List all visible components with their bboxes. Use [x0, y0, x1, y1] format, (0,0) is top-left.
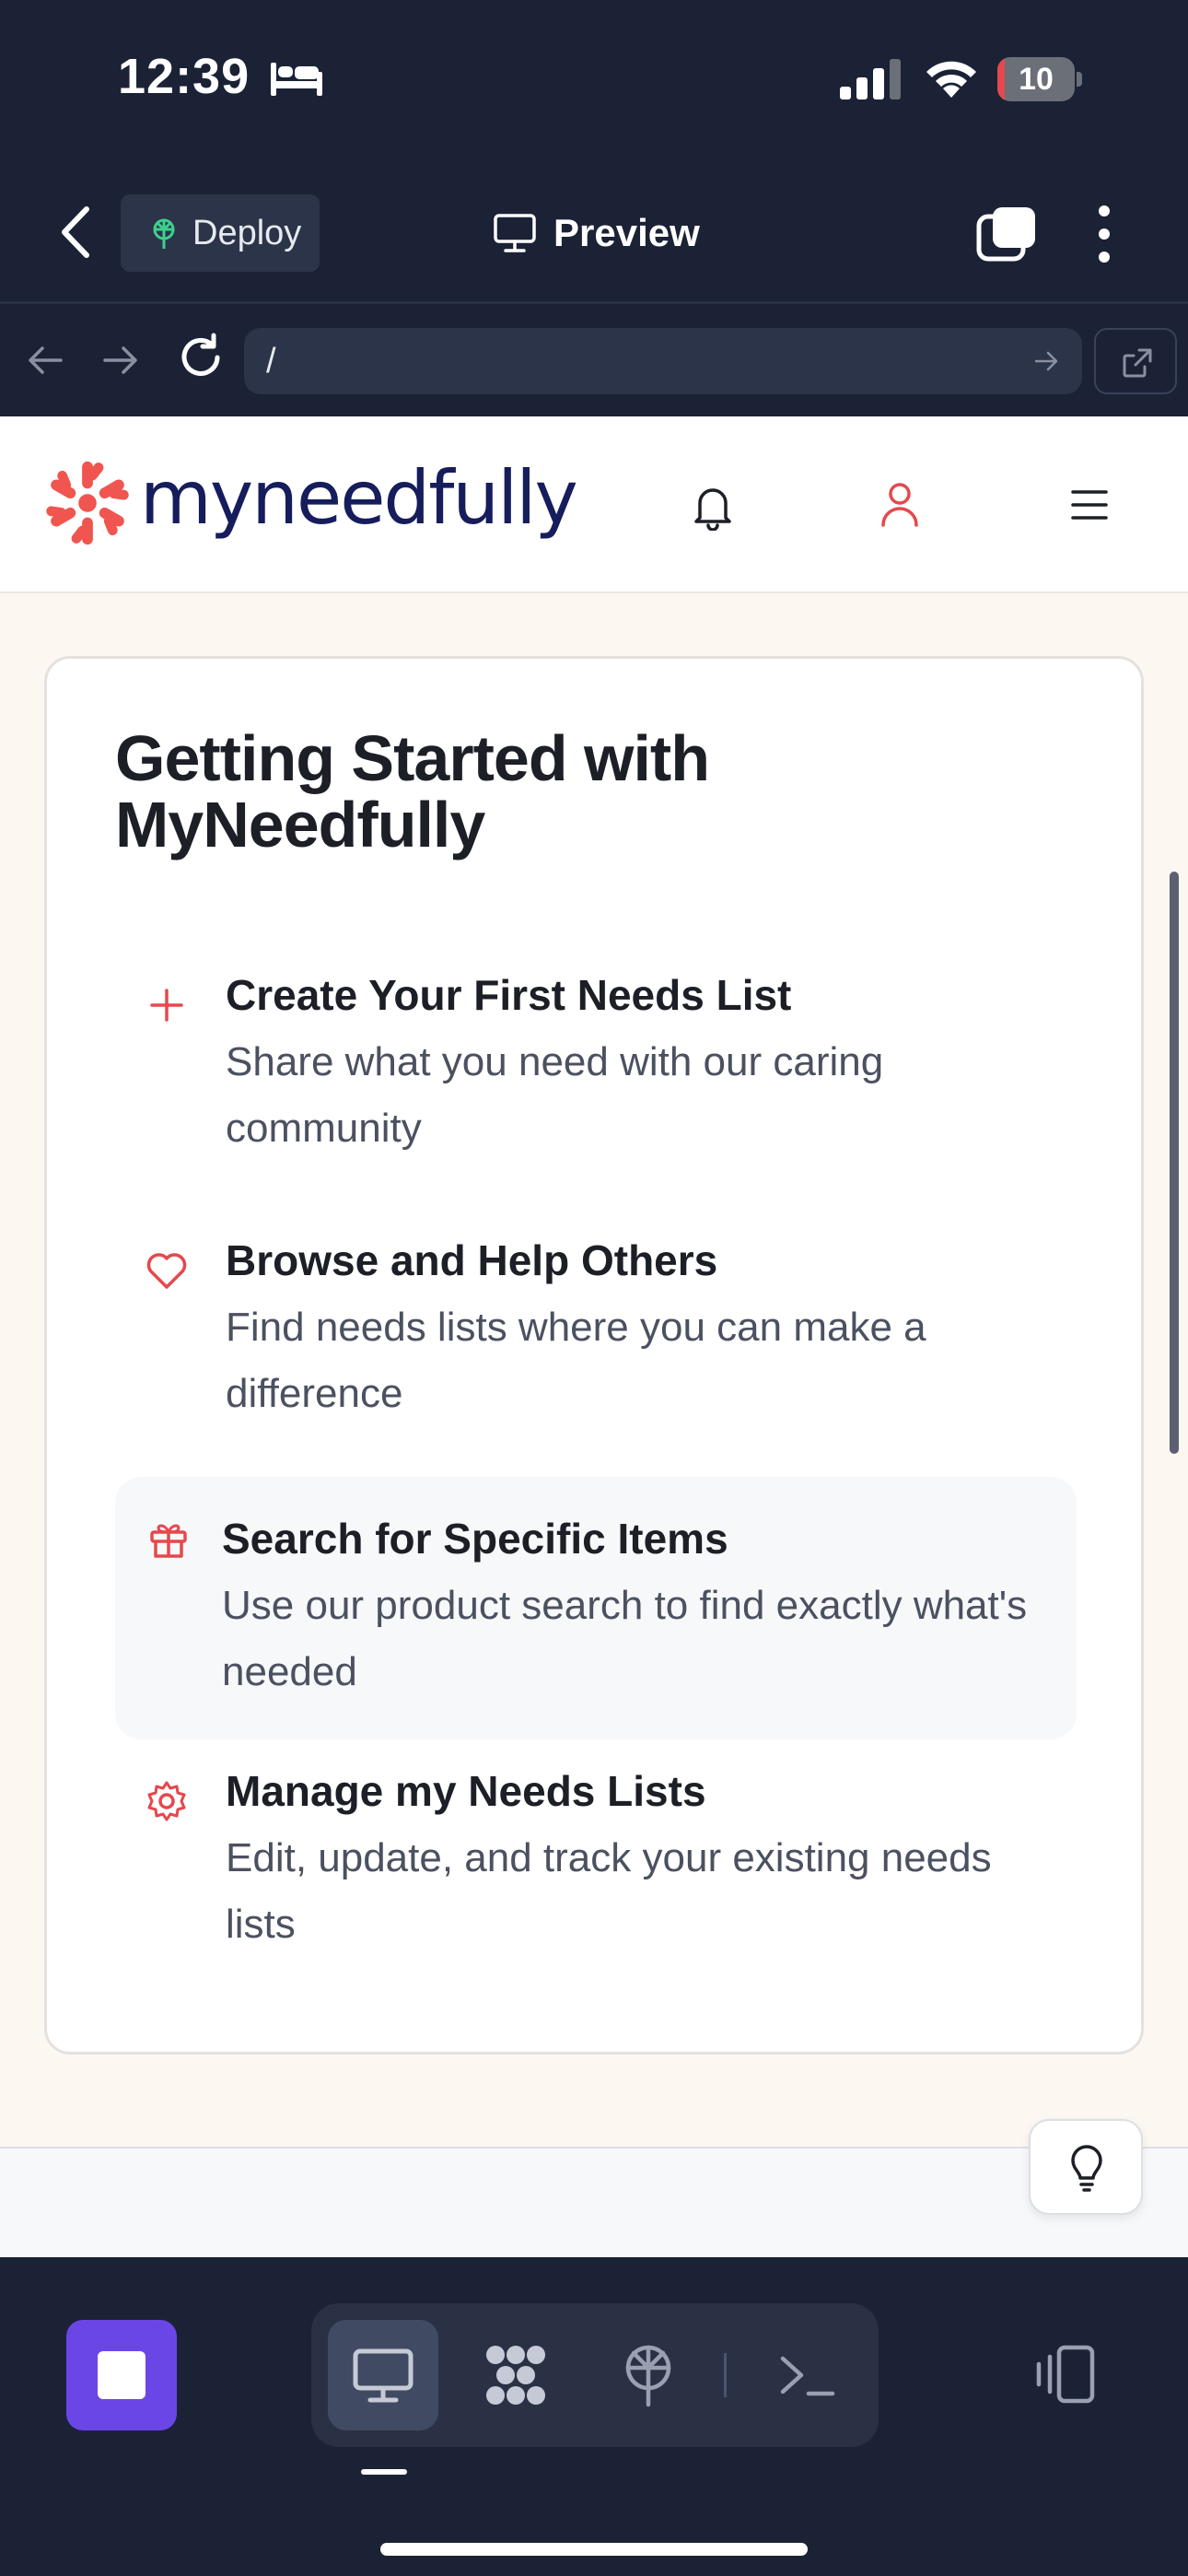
site-header: myneedfully — [0, 416, 1188, 593]
bed-icon — [271, 63, 322, 96]
deploy-button[interactable]: Deploy — [121, 194, 320, 272]
app-header: Deploy Preview — [0, 161, 1188, 304]
item-description: Share what you need with our caring comm… — [226, 1039, 884, 1151]
open-external-button[interactable] — [1094, 328, 1177, 394]
menu-icon[interactable] — [1070, 488, 1109, 521]
reload-icon[interactable] — [175, 332, 227, 383]
status-bar: 12:39 10 — [0, 0, 1188, 161]
apps-icon — [486, 2346, 545, 2405]
url-text: / — [266, 342, 276, 381]
arrow-right-icon[interactable] — [99, 339, 142, 381]
open-external-icon — [1123, 348, 1152, 378]
list-item-create-needs-list[interactable]: Create Your First Needs List Share what … — [115, 954, 1077, 1216]
lightbulb-icon — [1071, 2145, 1102, 2192]
bottom-toolbar — [0, 2257, 1188, 2576]
terminal-icon — [780, 2356, 835, 2396]
user-icon[interactable] — [879, 481, 921, 529]
tabs-icon[interactable] — [976, 205, 1037, 263]
browser-toolbar: / — [0, 304, 1188, 416]
toolbar-divider — [724, 2353, 727, 2397]
page-footer — [0, 2147, 1188, 2257]
logo-text[interactable]: myneedfully — [140, 455, 578, 541]
item-title: Manage my Needs Lists — [226, 1767, 706, 1815]
preview-tab[interactable]: Preview — [493, 204, 700, 263]
deploy-icon — [625, 2345, 671, 2407]
tool-group — [311, 2303, 879, 2447]
item-description: Use our product search to find exactly w… — [222, 1583, 1028, 1694]
status-time: 12:39 — [118, 49, 250, 104]
stop-icon — [98, 2351, 146, 2399]
tool-deploy[interactable] — [593, 2320, 704, 2430]
heart-icon — [146, 1253, 187, 1289]
scrollbar-thumb[interactable] — [1170, 872, 1179, 1454]
gift-icon — [150, 1524, 187, 1558]
monitor-icon — [353, 2348, 413, 2403]
wifi-icon — [926, 61, 976, 98]
logo-mark-icon[interactable] — [42, 458, 133, 548]
stop-button[interactable] — [66, 2320, 177, 2430]
list-item-manage-lists[interactable]: Manage my Needs Lists Edit, update, and … — [115, 1750, 1077, 2012]
arrow-left-icon[interactable] — [24, 339, 66, 381]
list-item-search-items[interactable]: Search for Specific Items Use our produc… — [115, 1477, 1077, 1739]
bell-icon[interactable] — [691, 483, 735, 531]
item-title: Create Your First Needs List — [226, 971, 792, 1019]
signal-icon — [840, 59, 901, 100]
deploy-label: Deploy — [192, 213, 302, 252]
preview-viewport: myneedfully Getting Started with MyNeedf… — [0, 416, 1188, 2257]
item-title: Browse and Help Others — [226, 1236, 718, 1284]
card-title: Getting Started with MyNeedfully — [115, 722, 710, 861]
active-tab-indicator — [361, 2469, 407, 2475]
tool-terminal[interactable] — [751, 2320, 862, 2430]
list-item-browse-help[interactable]: Browse and Help Others Find needs lists … — [115, 1219, 1077, 1481]
plus-icon — [150, 989, 183, 1022]
preview-label: Preview — [553, 211, 700, 254]
item-title: Search for Specific Items — [222, 1515, 728, 1563]
url-input[interactable]: / — [244, 328, 1082, 394]
battery-level: 10 — [1019, 62, 1054, 97]
item-description: Edit, update, and track your existing ne… — [226, 1835, 992, 1947]
back-chevron-icon[interactable] — [53, 204, 99, 261]
battery-icon: 10 — [997, 57, 1082, 101]
item-description: Find needs lists where you can make a di… — [226, 1305, 926, 1416]
tool-apps[interactable] — [460, 2320, 571, 2430]
devices-icon[interactable] — [1031, 2344, 1098, 2405]
getting-started-card: Getting Started with MyNeedfully Create … — [44, 656, 1144, 2055]
tips-button[interactable] — [1029, 2119, 1143, 2215]
gear-icon — [147, 1781, 186, 1821]
deploy-icon — [153, 218, 175, 249]
monitor-icon — [494, 214, 536, 252]
home-indicator[interactable] — [380, 2543, 808, 2556]
tool-preview[interactable] — [328, 2320, 438, 2430]
more-vertical-icon[interactable] — [1090, 204, 1118, 264]
go-arrow-icon[interactable] — [1032, 346, 1062, 376]
